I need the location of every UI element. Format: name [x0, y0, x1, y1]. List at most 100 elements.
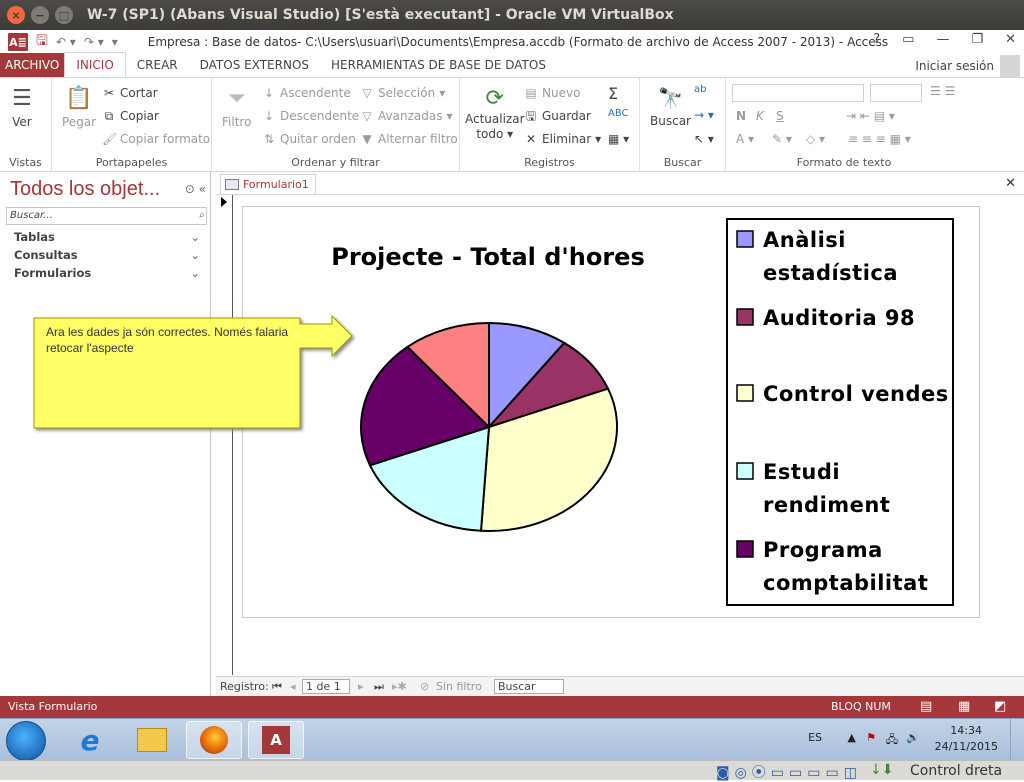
signin-link[interactable]: Iniciar sesión [915, 59, 994, 73]
restore-icon[interactable]: ❐ [971, 32, 983, 47]
minimize-icon[interactable]: — [936, 32, 949, 47]
quitar-orden-button[interactable]: ⇅ Quitar orden [262, 132, 356, 146]
copiar-button[interactable]: ⧉ Copiar [102, 109, 159, 123]
tab-archivo[interactable]: ARCHIVO [0, 53, 65, 77]
first-record-icon[interactable]: ⏮ [272, 680, 282, 694]
font-size-select[interactable] [870, 84, 922, 102]
new-record-icon: ▤ [525, 86, 537, 100]
explorer-icon[interactable] [124, 721, 180, 759]
sort-desc-icon: ↓ [263, 109, 275, 123]
fill-color-icon[interactable]: ◇ ▾ [806, 132, 825, 146]
access-taskbar-icon[interactable]: A [248, 721, 304, 759]
help-icon[interactable]: ? [873, 32, 880, 47]
new-record-nav-icon[interactable]: ▸✱ [392, 680, 407, 693]
totals-icon[interactable]: Σ [608, 84, 618, 103]
ver-button[interactable]: ☰ Ver [12, 86, 32, 129]
record-search-input[interactable]: Buscar [494, 679, 564, 694]
tray-arrow-icon[interactable]: ▲ [848, 731, 856, 744]
layout-view-icon[interactable]: ▦ [958, 699, 970, 714]
alternar-filtro-button[interactable]: ▼ Alternar filtro [360, 132, 457, 146]
show-desktop[interactable] [1010, 719, 1024, 761]
nav-group-consultas[interactable]: Consultas ⌄ [14, 248, 200, 262]
toggle-filter-icon: ▼ [362, 132, 372, 146]
tab-herramientas[interactable]: HERRAMIENTAS DE BASE DE DATOS [320, 53, 557, 77]
guardar-button[interactable]: 🖫 Guardar [524, 109, 591, 123]
ascendente-button[interactable]: ↓ Ascendente [262, 86, 351, 100]
network-icon[interactable]: 🖧 [886, 731, 898, 750]
nav-search-input[interactable]: Buscar... ⌕ [6, 207, 207, 225]
copiar-formato-button[interactable]: 🖌 Copiar formato [102, 132, 210, 146]
form-view-icon[interactable]: ▤ [920, 699, 932, 714]
pegar-button[interactable]: 📋 Pegar [62, 86, 96, 129]
language-indicator[interactable]: ES [808, 731, 822, 744]
nav-menu-icon[interactable]: ⊙ « [185, 182, 206, 196]
nuevo-button[interactable]: ▤ Nuevo [524, 86, 580, 100]
filter-status-icon[interactable]: ⊘ [420, 680, 429, 693]
customize-qat-icon[interactable]: ▾ [112, 35, 118, 49]
nav-group-tablas[interactable]: Tablas ⌄ [14, 230, 200, 244]
nav-group-formularios[interactable]: Formularios ⌄ [14, 266, 200, 280]
binoculars-icon: 🔭 [658, 86, 683, 110]
close-icon[interactable]: ✕ [1005, 32, 1016, 47]
align-icon[interactable]: ≡ ≡ ≡ ▦ ▾ [848, 132, 911, 146]
tab-formulario1[interactable]: Formulario1 [220, 174, 316, 194]
undo-icon[interactable]: ↶ ▾ [56, 35, 76, 49]
actualizar-todo-button[interactable]: ⟳ Actualizar todo ▾ [465, 86, 525, 141]
firefox-icon[interactable] [186, 721, 242, 759]
nav-title[interactable]: Todos los objet... [10, 178, 160, 201]
search-icon[interactable]: ⌕ [198, 208, 204, 224]
spelling-icon[interactable]: ABC [608, 108, 629, 119]
italic-icon[interactable]: K [756, 109, 764, 123]
descendente-button[interactable]: ↓ Descendente [262, 109, 359, 123]
record-selector[interactable] [216, 195, 233, 675]
last-record-icon[interactable]: ⏭ [374, 680, 384, 694]
save-icon[interactable]: 🖫 [36, 30, 48, 54]
eliminar-button[interactable]: ✕ Eliminar ▾ [524, 132, 601, 146]
host-key-icon: ↓⬇ [870, 762, 894, 778]
avatar[interactable] [1000, 55, 1020, 77]
close-window-icon[interactable]: × [7, 6, 25, 24]
indent-icon[interactable]: ⇥ ⇤ ▤ ▾ [846, 109, 895, 123]
tab-crear[interactable]: CREAR [126, 53, 189, 77]
replace-icon[interactable]: ab [694, 84, 706, 95]
font-name-select[interactable] [732, 84, 864, 102]
maximize-window-icon[interactable]: □ [55, 6, 73, 24]
action-center-icon[interactable]: ⚑ [866, 731, 876, 744]
start-button[interactable] [6, 721, 46, 761]
group-label: Portapapeles [95, 156, 168, 169]
font-color-icon[interactable]: A ▾ [736, 132, 754, 146]
current-record-input[interactable]: 1 de 1 [302, 679, 350, 694]
avanzadas-button[interactable]: ▽ Avanzadas ▾ [360, 109, 452, 123]
buscar-button[interactable]: 🔭 Buscar [650, 86, 691, 128]
highlight-icon[interactable]: ✎ ▾ [772, 132, 792, 146]
chart-title: Projecte - Total d'hores [331, 243, 645, 271]
more-records-icon[interactable]: ▦ ▾ [608, 132, 629, 146]
volume-icon[interactable]: 🔊 [906, 731, 920, 744]
clock-date[interactable]: 24/11/2015 [935, 740, 998, 753]
chart-legend: Anàlisi estadísticaAuditoria 98Control ve… [726, 218, 954, 606]
bullets-icon[interactable]: ☰ ☰ [930, 84, 955, 98]
underline-icon[interactable]: S [776, 109, 784, 123]
ribbon: ☰ Ver Vistas 📋 Pegar ✂ Cortar ⧉ Copiar 🖌 Co… [0, 78, 1024, 172]
design-view-icon[interactable]: ◩ [994, 699, 1006, 714]
prev-record-icon[interactable]: ◂ [290, 680, 296, 693]
bold-icon[interactable]: N [736, 109, 746, 123]
close-document-icon[interactable]: ✕ [1005, 176, 1016, 191]
clock-time[interactable]: 14:34 [950, 724, 982, 737]
goto-icon[interactable]: → ▾ [694, 108, 714, 122]
tab-datos-externos[interactable]: DATOS EXTERNOS [189, 53, 320, 77]
tab-inicio[interactable]: INICIO [64, 52, 126, 77]
minimize-window-icon[interactable]: − [31, 6, 49, 24]
redo-icon[interactable]: ↷ ▾ [84, 35, 104, 49]
cortar-button[interactable]: ✂ Cortar [102, 86, 158, 100]
ie-icon[interactable]: e [62, 721, 118, 759]
filter-status[interactable]: Sin filtro [436, 680, 482, 693]
ribbon-options-icon[interactable]: ▭ [902, 32, 914, 47]
select-icon[interactable]: ↖ ▾ [694, 132, 714, 146]
filtro-button[interactable]: ⏷ Filtro [222, 86, 251, 129]
next-record-icon[interactable]: ▸ [358, 680, 364, 693]
quick-access-toolbar: A≣ 🖫 ↶ ▾ ↷ ▾ ▾ [8, 30, 118, 54]
seleccion-button[interactable]: ▽ Selección ▾ [360, 86, 445, 100]
access-logo-icon[interactable]: A≣ [8, 33, 28, 51]
vbox-device-icons[interactable]: ◙◎⦿▭▭▭▭◫ [716, 762, 862, 782]
